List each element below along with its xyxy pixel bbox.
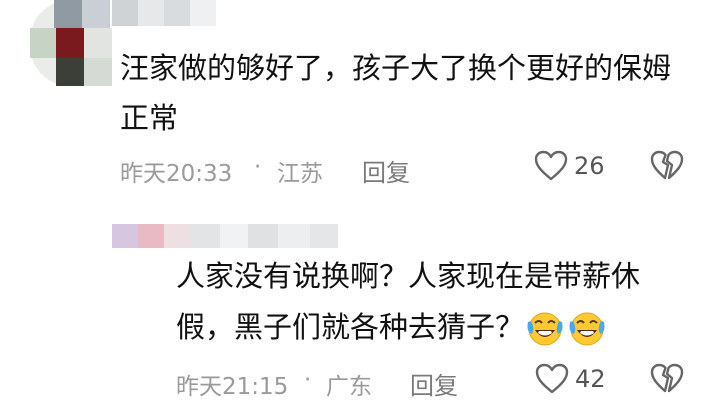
laughing-crying-emoji-icon [569, 312, 605, 346]
broken-heart-icon [650, 150, 684, 180]
comment-time: 昨天20:33 [120, 161, 233, 187]
reply-button[interactable]: 回复 [410, 366, 458, 401]
username[interactable] [112, 0, 222, 30]
comment-text-line: 假，黑子们就各种去猜子？ [176, 310, 525, 344]
avatar[interactable] [30, 0, 112, 86]
like-count: 42 [575, 365, 606, 393]
comment-location: 广东 [326, 374, 372, 400]
reply-button[interactable]: 回复 [362, 153, 410, 188]
laughing-crying-emoji-icon [527, 312, 563, 346]
broken-heart-icon [650, 363, 684, 393]
heart-outline-icon [535, 363, 569, 394]
heart-outline-icon [534, 150, 568, 181]
like-button[interactable]: 42 [535, 361, 615, 397]
username[interactable] [112, 224, 342, 250]
like-button[interactable]: 26 [534, 148, 614, 184]
dislike-button[interactable] [650, 363, 684, 395]
comment-location: 江苏 [277, 161, 323, 187]
meta-separator: · [304, 367, 312, 393]
comment-text-line: 人家没有说换啊？人家现在是带薪休 [176, 259, 641, 293]
dislike-button[interactable] [650, 150, 684, 182]
meta-separator: · [254, 154, 262, 180]
comment-text-line: 正常 [120, 101, 179, 135]
comment-text-line: 汪家做的够好了，孩子大了换个更好的保姆 [120, 51, 672, 85]
like-count: 26 [574, 152, 605, 180]
comment-time: 昨天21:15 [176, 374, 289, 400]
